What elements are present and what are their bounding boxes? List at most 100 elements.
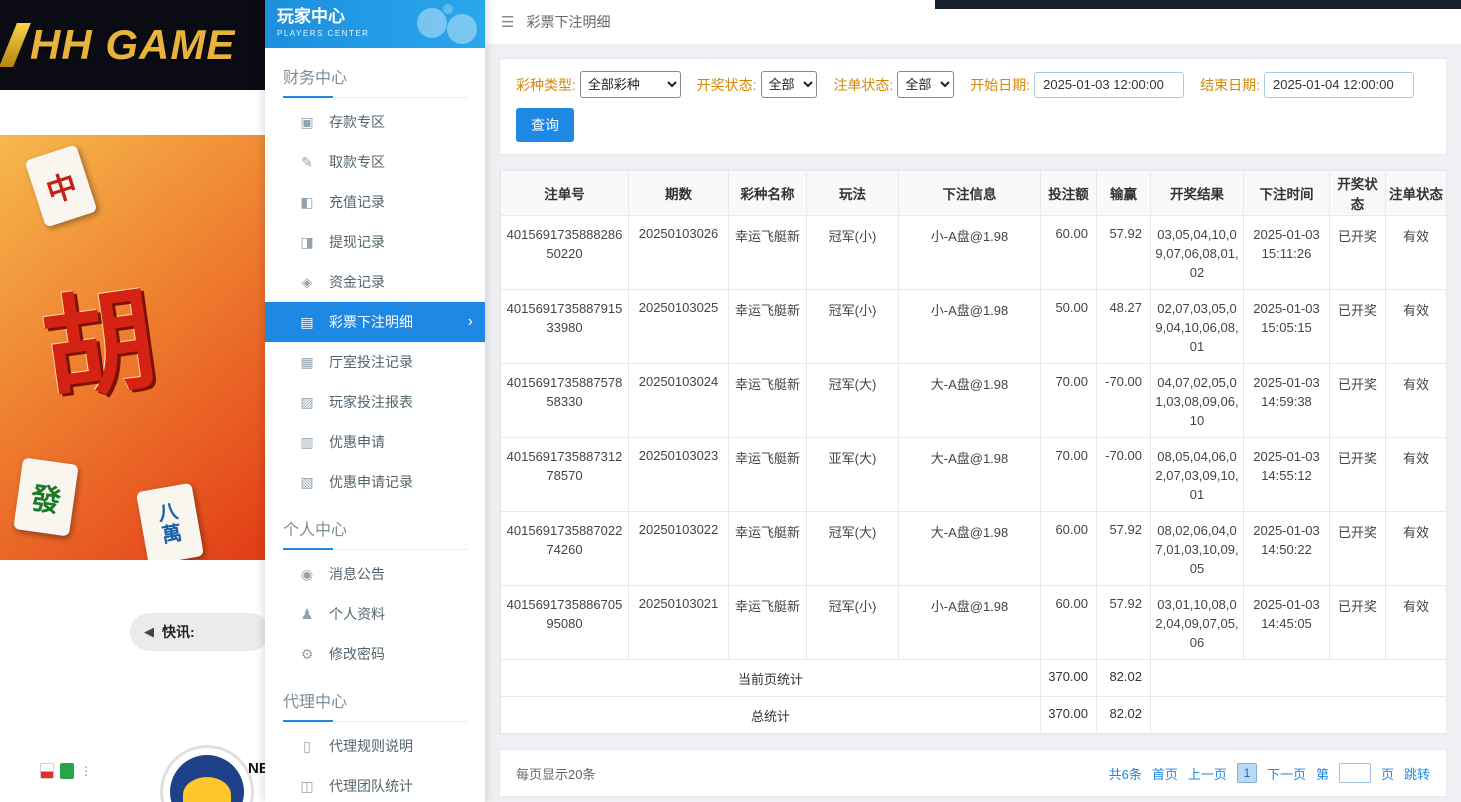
sidebar-item-withdraw-zone[interactable]: ✎ 取款专区 — [265, 142, 485, 182]
current-page-indicator[interactable]: 1 — [1237, 763, 1257, 783]
sidebar-item-change-password[interactable]: ⚙修改密码 — [265, 634, 485, 674]
doc-icon: ▯ — [299, 738, 315, 755]
cell-win-loss: 48.27 — [1097, 290, 1151, 364]
first-page-link[interactable]: 首页 — [1152, 764, 1178, 783]
sidebar-item-recharge-records[interactable]: ◧充值记录 — [265, 182, 485, 222]
sidebar-item-promo-apply-records[interactable]: ▧优惠申请记录 — [265, 462, 485, 502]
cell-bet-info: 小-A盘@1.98 — [899, 586, 1041, 660]
mahjong-banner-image: 中 胡 發 八萬 — [0, 135, 265, 560]
wps-icon[interactable] — [60, 763, 74, 779]
summary-label: 总统计 — [501, 697, 1041, 734]
bet-status-select[interactable]: 全部 — [897, 71, 954, 98]
filter-row: 彩种类型: 全部彩种 开奖状态: 全部 注单状态: 全部 开始日期: 结束日期: — [516, 71, 1430, 98]
hamburger-menu-icon[interactable]: ☰ — [501, 13, 514, 31]
more-dots-icon[interactable]: ⋮ — [80, 765, 92, 777]
sidebar-item-label: 存款专区 — [329, 112, 385, 132]
sidebar-item-player-bet-report[interactable]: ▨玩家投注报表 — [265, 382, 485, 422]
sidebar-item-label: 玩家投注报表 — [329, 392, 413, 412]
cell-draw-status: 已开奖 — [1330, 512, 1386, 586]
prev-page-link[interactable]: 上一页 — [1188, 764, 1227, 783]
speaker-icon: ◀ — [144, 624, 154, 640]
sidebar-item-label: 代理规则说明 — [329, 736, 413, 756]
sidebar-item-deposit-zone[interactable]: ▣ 存款专区 — [265, 102, 485, 142]
query-button[interactable]: 查询 — [516, 108, 574, 142]
cell-draw-result: 08,02,06,04,07,01,03,10,09,05 — [1151, 512, 1244, 586]
team-caption: NE — [248, 760, 265, 777]
logo-slash-shape — [0, 23, 31, 67]
sidebar-item-fund-records[interactable]: ◈资金记录 — [265, 262, 485, 302]
sidebar-item-label: 消息公告 — [329, 564, 385, 584]
col-header-play-type: 玩法 — [807, 171, 899, 216]
cell-bet-amount: 60.00 — [1041, 512, 1097, 586]
bets-table-panel: 注单号期数彩种名称玩法下注信息投注额输赢开奖结果下注时间开奖状态注单状态 401… — [499, 169, 1447, 735]
cell-play-type: 冠军(小) — [807, 216, 899, 290]
document-icon[interactable] — [40, 763, 54, 779]
cell-win-loss: -70.00 — [1097, 438, 1151, 512]
cell-bet-no: 401569173588757858330 — [501, 364, 629, 438]
page-prefix-label: 第 — [1316, 764, 1329, 783]
cell-bet-amount: 60.00 — [1041, 216, 1097, 290]
cell-lottery-name: 幸运飞艇新 — [729, 438, 807, 512]
cell-lottery-name: 幸运飞艇新 — [729, 586, 807, 660]
cell-lottery-name: 幸运飞艇新 — [729, 512, 807, 586]
sidebar-item-messages[interactable]: ◉消息公告 — [265, 554, 485, 594]
hall-bet-icon: ▦ — [299, 354, 315, 371]
page-jump-input[interactable] — [1339, 763, 1371, 783]
sidebar-section-finance: 财务中心 — [283, 64, 467, 98]
start-date-input[interactable] — [1034, 72, 1184, 98]
draw-status-select[interactable]: 全部 — [761, 71, 818, 98]
lottery-type-label: 彩种类型: — [516, 75, 576, 95]
sidebar-item-promo-apply[interactable]: ▥优惠申请 — [265, 422, 485, 462]
sidebar-item-withdrawal-records[interactable]: ◨提现记录 — [265, 222, 485, 262]
sidebar-item-agent-team-stats[interactable]: ◫代理团队统计 — [265, 766, 485, 802]
withdraw-icon: ✎ — [299, 154, 315, 171]
cell-bet-status: 有效 — [1386, 438, 1447, 512]
banner-hu-glyph: 胡 — [31, 248, 164, 424]
cell-bet-no: 401569173588702274260 — [501, 512, 629, 586]
sidebar-section-agent: 代理中心 — [283, 688, 467, 722]
cell-play-type: 冠军(大) — [807, 512, 899, 586]
cell-bet-status: 有效 — [1386, 216, 1447, 290]
lottery-bet-icon: ▤ — [299, 314, 315, 331]
col-header-bet-time: 下注时间 — [1244, 171, 1330, 216]
col-header-draw-result: 开奖结果 — [1151, 171, 1244, 216]
next-page-link[interactable]: 下一页 — [1267, 764, 1306, 783]
start-date-label: 开始日期: — [970, 75, 1030, 95]
recharge-icon: ◧ — [299, 194, 315, 211]
cell-bet-time: 2025-01-03 14:55:12 — [1244, 438, 1330, 512]
jump-button[interactable]: 跳转 — [1404, 764, 1430, 783]
gear-icon: ⚙ — [299, 646, 315, 663]
cell-period: 20250103021 — [629, 586, 729, 660]
bet-row: 40156917358882865022020250103026幸运飞艇新冠军(… — [501, 216, 1447, 290]
cell-bet-info: 小-A盘@1.98 — [899, 216, 1041, 290]
end-date-input[interactable] — [1264, 72, 1414, 98]
cell-period: 20250103025 — [629, 290, 729, 364]
col-header-period: 期数 — [629, 171, 729, 216]
news-ticker: ◀ 快讯: — [130, 613, 265, 651]
sidebar-item-label: 彩票下注明细 — [329, 312, 413, 332]
sidebar-item-lottery-bet-details[interactable]: ▤彩票下注明细› — [265, 302, 485, 342]
team-logo-inner — [170, 755, 244, 802]
sidebar-item-profile[interactable]: ♟个人资料 — [265, 594, 485, 634]
cell-bet-info: 大-A盘@1.98 — [899, 512, 1041, 586]
col-header-draw-status: 开奖状态 — [1330, 171, 1386, 216]
deposit-icon: ▣ — [299, 114, 315, 131]
bet-row: 40156917358879153398020250103025幸运飞艇新冠军(… — [501, 290, 1447, 364]
main-content: ☰ 彩票下注明细 彩种类型: 全部彩种 开奖状态: 全部 注单状态: 全部 开始… — [485, 0, 1461, 802]
site-logo: HH GAME — [30, 21, 235, 69]
bets-table: 注单号期数彩种名称玩法下注信息投注额输赢开奖结果下注时间开奖状态注单状态 401… — [500, 170, 1447, 734]
sidebar-item-label: 取款专区 — [329, 152, 385, 172]
end-date-label: 结束日期: — [1200, 75, 1260, 95]
team-logo — [160, 745, 254, 802]
lottery-type-select[interactable]: 全部彩种 — [580, 71, 681, 98]
total-summary-row: 总统计370.0082.02 — [501, 697, 1447, 734]
sidebar-item-hall-bet-records[interactable]: ▦ 厅室投注记录 — [265, 342, 485, 382]
summary-bet-amount: 370.00 — [1041, 660, 1097, 697]
cell-bet-amount: 70.00 — [1041, 438, 1097, 512]
cell-draw-result: 08,05,04,06,02,07,03,09,10,01 — [1151, 438, 1244, 512]
summary-bet-amount: 370.00 — [1041, 697, 1097, 734]
sidebar-item-agent-rules[interactable]: ▯ 代理规则说明 — [265, 726, 485, 766]
cell-bet-time: 2025-01-03 14:59:38 — [1244, 364, 1330, 438]
summary-empty-cell — [1151, 697, 1447, 734]
sidebar-item-label: 厅室投注记录 — [329, 352, 413, 372]
